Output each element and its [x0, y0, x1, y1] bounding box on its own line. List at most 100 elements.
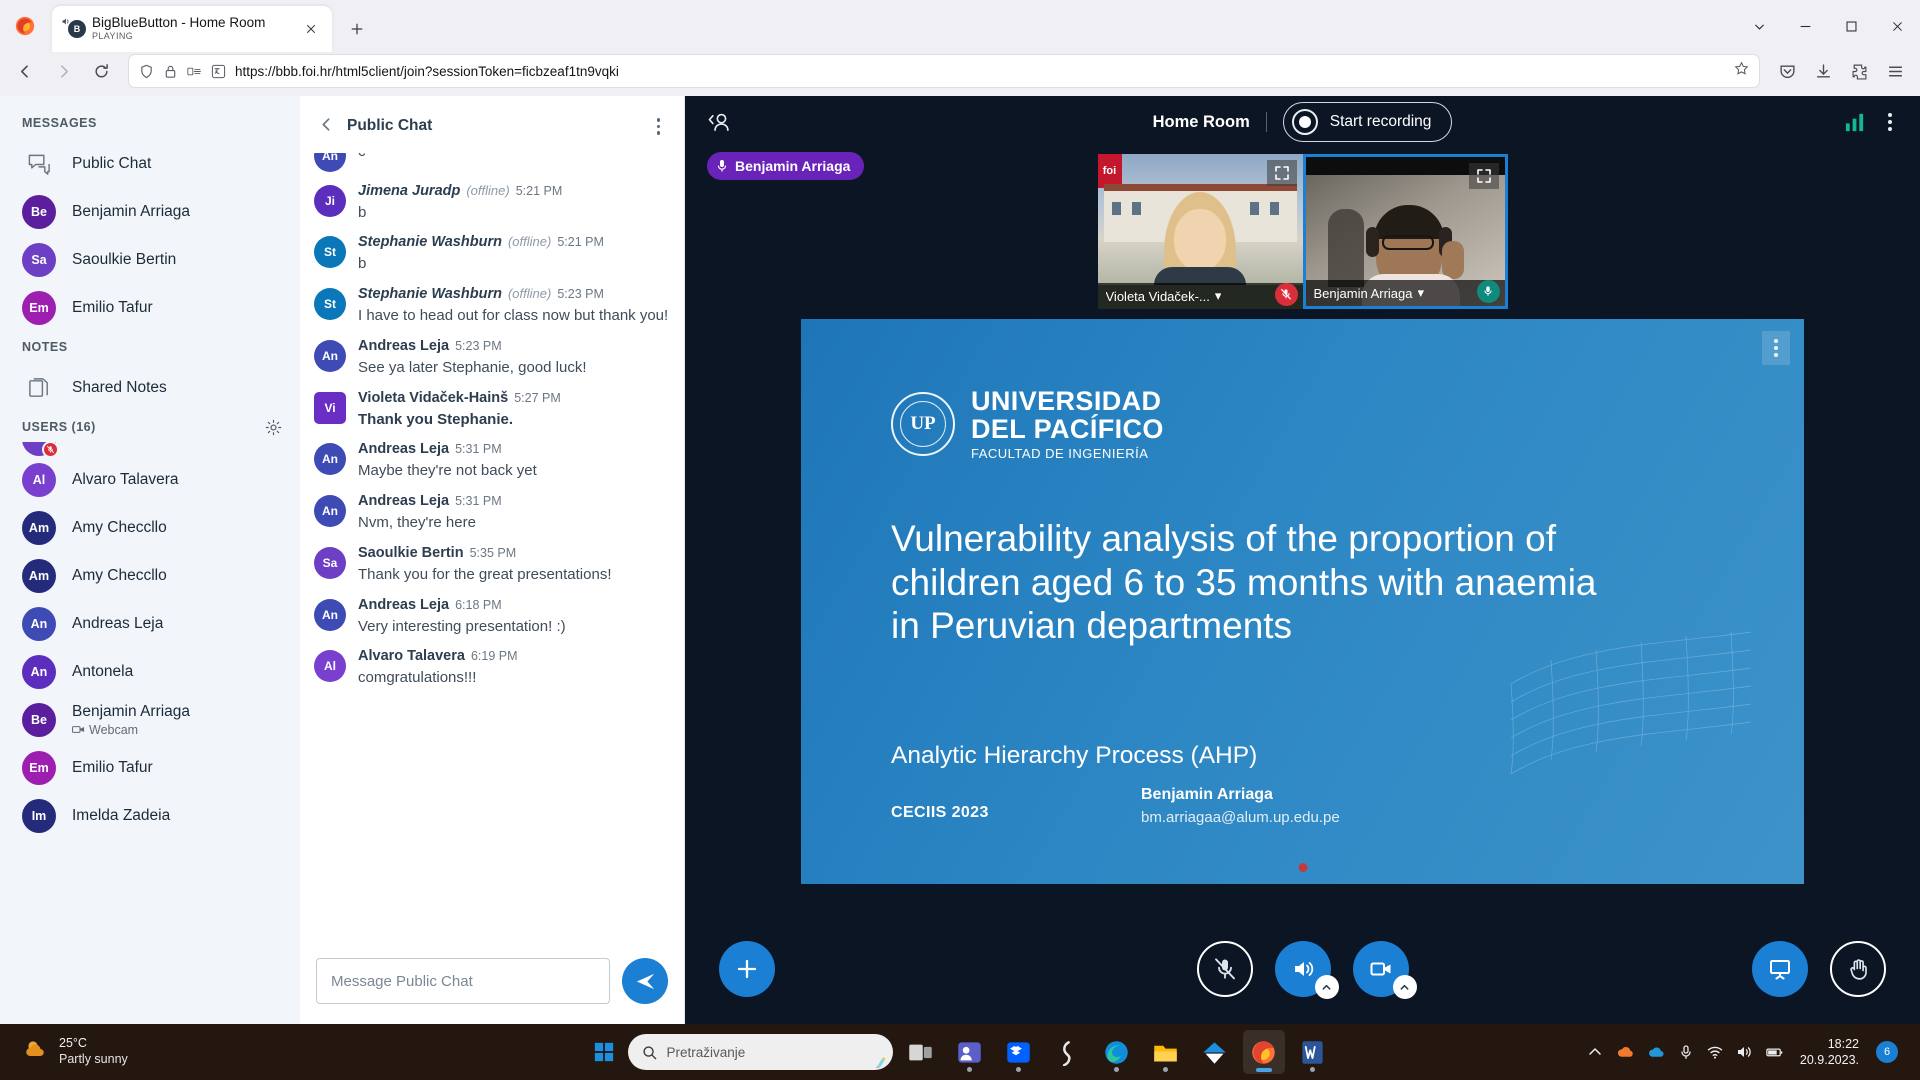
- list-item[interactable]: Al Alvaro Talavera: [0, 456, 300, 504]
- star-icon[interactable]: [1734, 61, 1749, 81]
- list-item[interactable]: Em Emilio Tafur: [0, 744, 300, 792]
- connection-status-icon[interactable]: [1843, 111, 1866, 134]
- raise-hand-button[interactable]: [1830, 941, 1886, 997]
- list-item[interactable]: Be Benjamin Arriaga Webcam: [0, 696, 300, 744]
- translate-icon[interactable]: [211, 64, 226, 79]
- kebab-menu-icon[interactable]: [651, 112, 667, 141]
- avatar: Be: [22, 195, 56, 229]
- list-item: An Andreas Leja 5:31 PM Maybe they're no…: [314, 432, 670, 484]
- message-text: b: [358, 203, 367, 221]
- message-text: comgratulations!!!: [358, 669, 477, 687]
- taskbar-app-dropbox[interactable]: [998, 1030, 1040, 1074]
- audio-toggle-button[interactable]: [1274, 941, 1339, 999]
- send-message-button[interactable]: [622, 958, 668, 1004]
- divider: [1265, 112, 1267, 132]
- presentation-slide[interactable]: UP UNIVERSIDAD DEL PACÍFICO FACULTAD DE …: [801, 319, 1804, 884]
- chevron-up-icon[interactable]: [1314, 975, 1339, 999]
- list-item: An Andreas Leja 5:31 PM Nvm, they're her…: [314, 484, 670, 536]
- browser-tab-active[interactable]: B BigBlueButton - Home Room PLAYING: [52, 6, 332, 52]
- message-author: Violeta Vidaček-Hainš: [358, 389, 509, 406]
- list-item[interactable]: Am Amy Checcllo: [0, 504, 300, 552]
- search-illustration: [875, 1057, 885, 1068]
- webcam-tile-violeta[interactable]: foi Violeta Vidaček-... ▾: [1097, 154, 1303, 309]
- collapse-userlist-icon[interactable]: [707, 111, 734, 134]
- presentation-area: UP UNIVERSIDAD DEL PACÍFICO FACULTAD DE …: [685, 309, 1920, 914]
- list-item-label: Andreas Leja: [72, 615, 164, 633]
- sidebar-item-saoulkie-bertin[interactable]: Sa Saoulkie Bertin: [0, 236, 300, 284]
- video-toggle-button[interactable]: [1352, 941, 1417, 999]
- forward-arrow-icon[interactable]: [46, 54, 80, 88]
- message-offline-tag: (offline): [507, 286, 552, 301]
- kebab-menu-icon[interactable]: [1762, 331, 1790, 365]
- list-item[interactable]: [0, 442, 300, 456]
- reload-icon[interactable]: [84, 54, 118, 88]
- message-time: 5:27 PM: [514, 390, 561, 405]
- window-controls: [1736, 0, 1920, 52]
- webcam-name-bar[interactable]: Violeta Vidaček-... ▾: [1097, 283, 1303, 309]
- windows-start-icon[interactable]: [587, 1035, 621, 1069]
- taskbar-app-word[interactable]: [1292, 1030, 1334, 1074]
- maximize-icon[interactable]: [1828, 6, 1874, 46]
- webcam-name-bar[interactable]: Benjamin Arriaga ▾: [1305, 280, 1505, 306]
- back-arrow-icon[interactable]: [8, 54, 42, 88]
- taskbar-app-onedrive[interactable]: [1194, 1030, 1236, 1074]
- fullscreen-icon[interactable]: [1266, 160, 1297, 186]
- start-recording-button[interactable]: Start recording: [1282, 102, 1453, 142]
- avatar: Al: [314, 650, 346, 683]
- chat-messages[interactable]: An c Ji Jimena Juradp (offline) 5:21 PM: [300, 152, 684, 945]
- presentation-toggle-button[interactable]: [1752, 941, 1808, 997]
- shield-icon[interactable]: [139, 64, 154, 79]
- fullscreen-icon[interactable]: [1468, 163, 1499, 189]
- search-icon: [642, 1045, 656, 1059]
- save-to-pocket-icon[interactable]: [1770, 54, 1804, 88]
- download-icon[interactable]: [1806, 54, 1840, 88]
- taskbar-app-file-explorer[interactable]: [1145, 1030, 1187, 1074]
- gear-icon[interactable]: [265, 419, 282, 436]
- list-item-label: Amy Checcllo: [72, 519, 167, 537]
- taskbar-search[interactable]: Pretraživanje: [627, 1034, 893, 1070]
- avatar: Ji: [314, 184, 346, 217]
- logo-line-2: DEL PACÍFICO: [971, 414, 1164, 445]
- taskbar-app-task-view[interactable]: [900, 1030, 942, 1074]
- sidebar-item-public-chat[interactable]: Public Chat: [0, 140, 300, 188]
- user-list[interactable]: Al Alvaro Talavera Am Amy Checcllo Am Am…: [0, 442, 300, 1024]
- chevron-down-icon[interactable]: ▾: [1418, 285, 1425, 301]
- meeting-title-bar: Home Room Start recording: [685, 102, 1920, 142]
- hamburger-menu-icon[interactable]: [1878, 54, 1912, 88]
- puzzle-icon[interactable]: [1842, 54, 1876, 88]
- chevron-down-icon[interactable]: [1736, 6, 1782, 46]
- new-tab-button[interactable]: [344, 16, 370, 42]
- talking-indicator[interactable]: Benjamin Arriaga: [707, 152, 865, 180]
- list-item[interactable]: An Antonela: [0, 648, 300, 696]
- list-item: St Stephanie Washburn (offline) 5:23 PM …: [314, 277, 670, 329]
- sidebar-item-emilio-tafur[interactable]: Em Emilio Tafur: [0, 284, 300, 332]
- chat-message-input[interactable]: [316, 958, 610, 1004]
- sidebar-item-shared-notes[interactable]: Shared Notes: [0, 364, 300, 412]
- taskbar-app-edge[interactable]: [1096, 1030, 1138, 1074]
- address-bar[interactable]: https://bbb.foi.hr/html5client/join?sess…: [128, 54, 1760, 88]
- list-item-label: Antonela: [72, 663, 134, 681]
- taskbar-app-teams[interactable]: [949, 1030, 991, 1074]
- mute-toggle-button[interactable]: [1196, 941, 1253, 997]
- chevron-down-icon[interactable]: ▾: [1215, 288, 1222, 304]
- chevron-up-icon[interactable]: [1392, 975, 1417, 999]
- raise-hand-icon: [1849, 958, 1867, 980]
- decorative-mesh: [1510, 631, 1752, 775]
- minimize-icon[interactable]: [1782, 6, 1828, 46]
- lock-icon[interactable]: [163, 64, 178, 79]
- taskbar-app-firefox[interactable]: [1242, 1030, 1285, 1074]
- close-icon[interactable]: [298, 16, 324, 42]
- extensions-icon[interactable]: [187, 64, 202, 79]
- chat-bubbles-icon: [22, 147, 56, 181]
- list-item[interactable]: Im Imelda Zadeia: [0, 792, 300, 840]
- taskbar-app-slack[interactable]: [1047, 1030, 1089, 1074]
- close-icon[interactable]: [1874, 6, 1920, 46]
- sidebar-item-label: Shared Notes: [72, 379, 167, 397]
- webcam-tile-benjamin[interactable]: Benjamin Arriaga ▾: [1302, 154, 1508, 309]
- avatar: Sa: [314, 546, 346, 579]
- list-item[interactable]: Am Amy Checcllo: [0, 552, 300, 600]
- kebab-menu-icon[interactable]: [1882, 107, 1898, 137]
- chevron-left-icon[interactable]: [318, 116, 335, 137]
- sidebar-item-benjamin-arriaga[interactable]: Be Benjamin Arriaga: [0, 188, 300, 236]
- list-item[interactable]: An Andreas Leja: [0, 600, 300, 648]
